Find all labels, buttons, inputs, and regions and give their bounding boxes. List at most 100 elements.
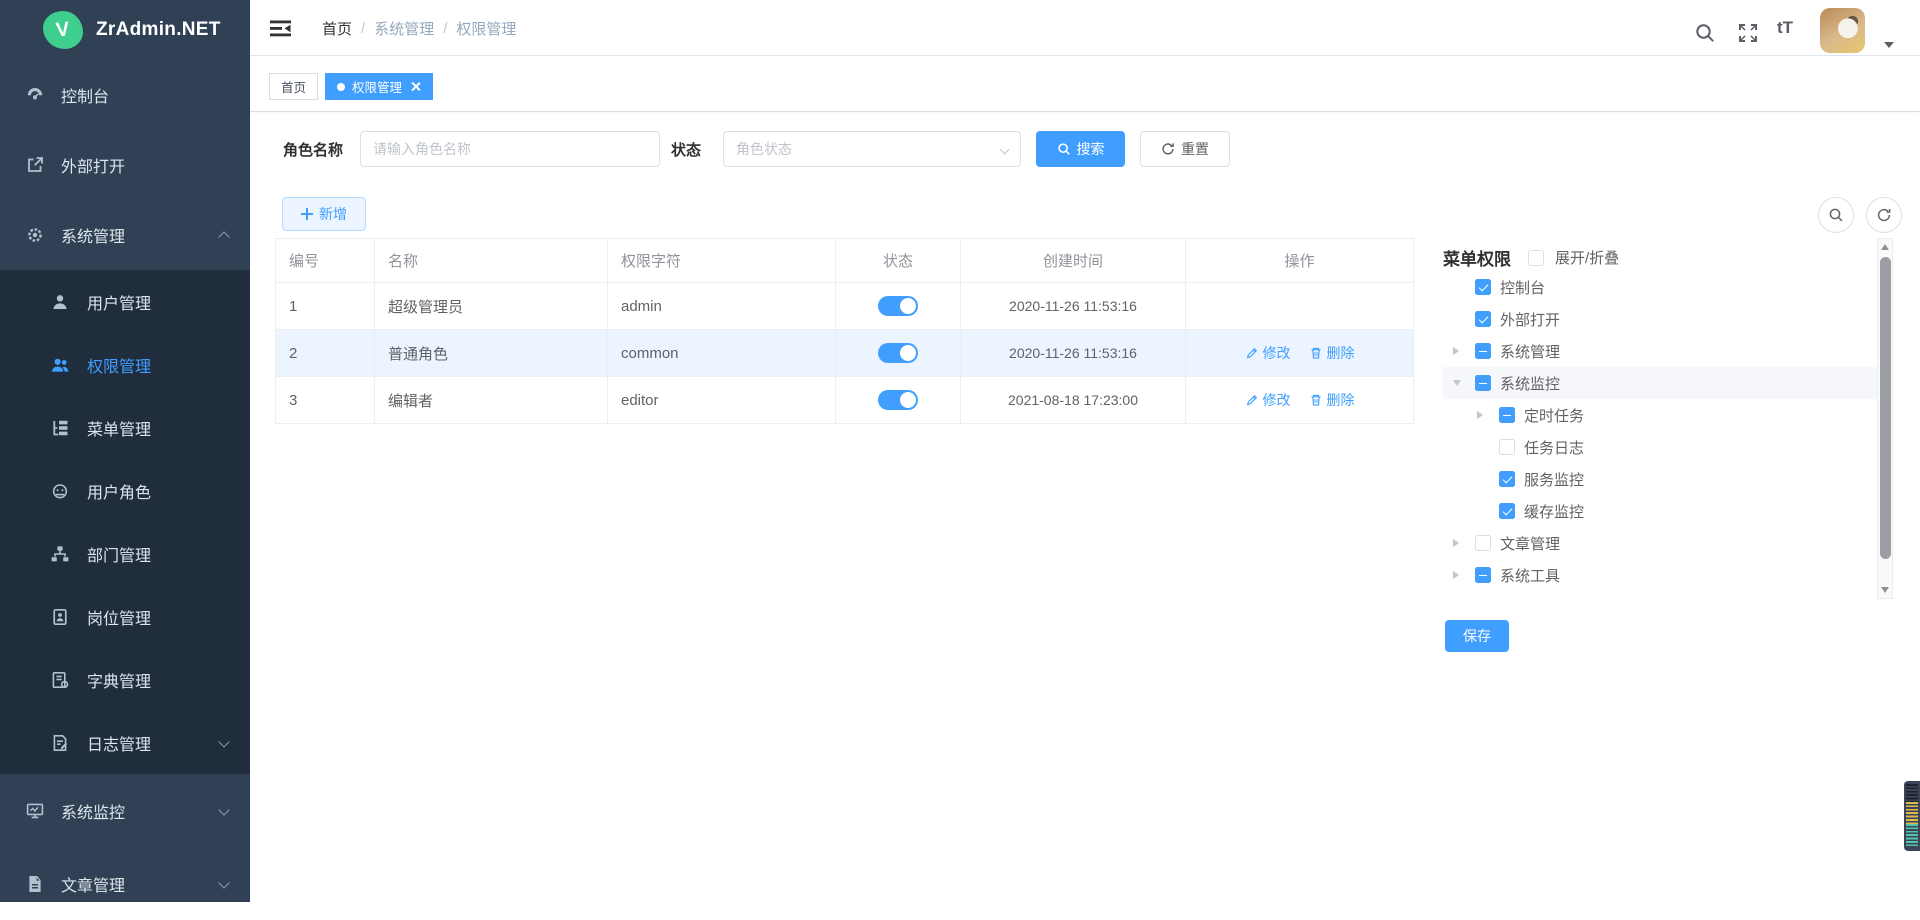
sidebar-item-system-monitor[interactable]: 系统监控 (0, 774, 250, 847)
sidebar-item-label: 日志管理 (87, 731, 151, 755)
tree-node[interactable]: 任务日志 (1443, 431, 1877, 463)
tree-node-label[interactable]: 外部打开 (1500, 309, 1560, 330)
tree-node-selected[interactable]: 系统监控 (1443, 367, 1877, 399)
sidebar-item-label: 菜单管理 (87, 416, 151, 440)
tree-node[interactable]: 外部打开 (1443, 303, 1877, 335)
tree-node-label[interactable]: 系统监控 (1500, 373, 1560, 394)
tab-home[interactable]: 首页 (269, 73, 318, 100)
save-button[interactable]: 保存 (1445, 620, 1509, 652)
checkbox-checked-icon[interactable] (1499, 503, 1515, 519)
status-toggle[interactable] (878, 296, 918, 316)
caret-right-icon[interactable] (1477, 411, 1499, 419)
checkbox-checked-icon[interactable] (1475, 279, 1491, 295)
robot-face-icon (50, 481, 70, 501)
sidebar-item-role-management[interactable]: 权限管理 (0, 333, 250, 396)
delete-link-label: 删除 (1327, 343, 1355, 363)
sidebar-item-user-roles[interactable]: 用户角色 (0, 459, 250, 522)
sidebar-item-department-management[interactable]: 部门管理 (0, 522, 250, 585)
show-search-toggle-button[interactable] (1818, 197, 1854, 233)
tree-node[interactable]: 文章管理 (1443, 527, 1877, 559)
tab-role-management[interactable]: 权限管理 (325, 73, 433, 100)
breadcrumb-separator: / (443, 20, 447, 37)
header-search-icon[interactable] (1694, 22, 1716, 44)
tree-node-label[interactable]: 系统管理 (1500, 341, 1560, 362)
scrollbar-thumb[interactable] (1880, 257, 1891, 559)
checkbox-indeterminate-icon[interactable] (1475, 567, 1491, 583)
checkbox-indeterminate-icon[interactable] (1499, 407, 1515, 423)
sidebar-item-article-management[interactable]: 文章管理 (0, 847, 250, 920)
caret-right-icon[interactable] (1453, 571, 1475, 579)
tree-scrollbar[interactable] (1877, 238, 1893, 599)
sidebar-collapse-icon[interactable] (270, 20, 291, 37)
delete-link[interactable]: 删除 (1309, 343, 1355, 363)
reset-button[interactable]: 重置 (1140, 131, 1230, 167)
active-dot-icon (337, 83, 345, 91)
sidebar-item-menu-management[interactable]: 菜单管理 (0, 396, 250, 459)
tab-label: 权限管理 (352, 77, 402, 96)
user-avatar[interactable] (1820, 8, 1865, 53)
sidebar-item-user-management[interactable]: 用户管理 (0, 270, 250, 333)
tree-node-label[interactable]: 系统工具 (1500, 565, 1560, 586)
breadcrumb-item-system[interactable]: 系统管理 (374, 18, 434, 39)
delete-link[interactable]: 删除 (1309, 390, 1355, 410)
checkbox-icon[interactable] (1528, 250, 1544, 266)
caret-right-icon[interactable] (1453, 539, 1475, 547)
breadcrumb-item-home[interactable]: 首页 (322, 18, 352, 39)
add-button[interactable]: 新增 (282, 197, 366, 231)
tree-node[interactable]: 系统工具 (1443, 559, 1877, 591)
checkbox-checked-icon[interactable] (1475, 311, 1491, 327)
tree-node-label[interactable]: 服务监控 (1524, 469, 1584, 490)
expand-collapse-checkbox[interactable]: 展开/折叠 (1528, 247, 1619, 268)
scroll-down-icon[interactable] (1881, 587, 1889, 593)
tree-node-label[interactable]: 定时任务 (1524, 405, 1584, 426)
tree-node-label[interactable]: 任务日志 (1524, 437, 1584, 458)
column-header: 创建时间 (961, 239, 1186, 283)
edit-link[interactable]: 修改 (1245, 343, 1291, 363)
checkbox-unchecked-icon[interactable] (1499, 439, 1515, 455)
scroll-up-icon[interactable] (1881, 244, 1889, 250)
fullscreen-icon[interactable] (1737, 22, 1759, 44)
checkbox-checked-icon[interactable] (1499, 471, 1515, 487)
tree-node[interactable]: 缓存监控 (1443, 495, 1877, 527)
logo-icon: V (43, 11, 83, 49)
tree-node-label[interactable]: 文章管理 (1500, 533, 1560, 554)
user-icon (50, 292, 70, 312)
checkbox-indeterminate-icon[interactable] (1475, 375, 1491, 391)
font-size-icon[interactable]: tT (1777, 18, 1793, 38)
sidebar-item-dashboard[interactable]: 控制台 (0, 60, 250, 130)
refresh-icon (1876, 207, 1892, 223)
sidebar-item-dict-management[interactable]: 字典管理 (0, 648, 250, 711)
chevron-down-icon (218, 736, 229, 747)
checkbox-indeterminate-icon[interactable] (1475, 343, 1491, 359)
tree-node[interactable]: 定时任务 (1443, 399, 1877, 431)
breadcrumb: 首页 / 系统管理 / 权限管理 (322, 0, 516, 56)
caret-down-icon[interactable] (1453, 380, 1475, 386)
search-button[interactable]: 搜索 (1036, 131, 1125, 167)
status-select[interactable]: 角色状态 (723, 131, 1021, 167)
sidebar-item-external-open[interactable]: 外部打开 (0, 130, 250, 200)
external-link-icon (25, 155, 45, 175)
status-toggle[interactable] (878, 390, 918, 410)
edit-link[interactable]: 修改 (1245, 390, 1291, 410)
sidebar-item-log-management[interactable]: 日志管理 (0, 711, 250, 774)
sidebar-item-post-management[interactable]: 岗位管理 (0, 585, 250, 648)
search-button-label: 搜索 (1077, 139, 1105, 159)
refresh-table-button[interactable] (1866, 197, 1902, 233)
checkbox-unchecked-icon[interactable] (1475, 535, 1491, 551)
tree-node[interactable]: 系统管理 (1443, 335, 1877, 367)
app-logo[interactable]: V ZrAdmin.NET (0, 0, 250, 60)
cell-created: 2021-08-18 17:23:00 (961, 377, 1186, 424)
role-name-input[interactable] (360, 131, 660, 167)
tree-node-label[interactable]: 缓存监控 (1524, 501, 1584, 522)
org-chart-icon (50, 544, 70, 564)
caret-right-icon[interactable] (1453, 347, 1475, 355)
tree-node-label[interactable]: 控制台 (1500, 277, 1545, 298)
caret-down-icon[interactable] (1884, 42, 1894, 48)
sidebar-item-system-management[interactable]: 系统管理 (0, 200, 250, 270)
app-title: ZrAdmin.NET (96, 19, 221, 41)
tree-node[interactable]: 服务监控 (1443, 463, 1877, 495)
status-toggle[interactable] (878, 343, 918, 363)
close-icon[interactable] (410, 81, 421, 92)
tree-node[interactable]: 控制台 (1443, 271, 1877, 303)
sidebar-item-label: 外部打开 (61, 153, 125, 177)
